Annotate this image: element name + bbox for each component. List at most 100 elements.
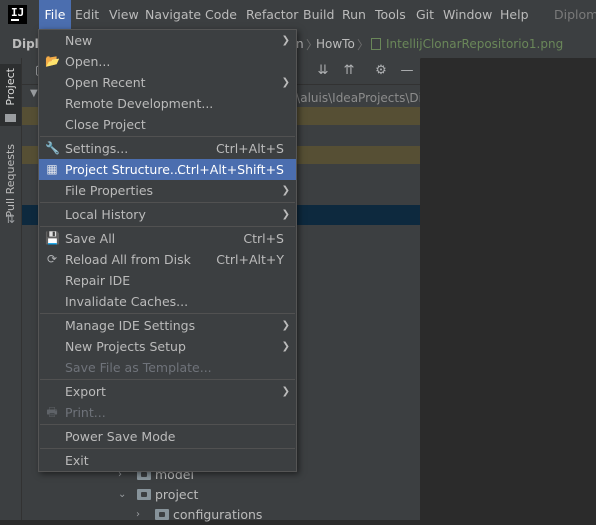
gear-icon[interactable]: ⚙ <box>374 64 388 78</box>
tab-pull-requests-label: Pull Requests <box>4 144 17 218</box>
tab-project[interactable]: Project <box>0 64 21 126</box>
tree-label: project <box>155 487 199 502</box>
menu-separator <box>40 202 295 203</box>
submenu-arrow-icon: ❯ <box>281 386 290 397</box>
wrench-icon: 🔧 <box>45 141 60 155</box>
menu-separator <box>40 313 295 314</box>
menu-view[interactable]: View <box>109 0 139 30</box>
menu-separator <box>40 226 295 227</box>
image-file-icon <box>371 38 381 50</box>
chevron-down-icon: ⌄ <box>118 489 127 500</box>
menu-window[interactable]: Window <box>443 0 492 30</box>
menu-item-shortcut: Ctrl+Alt+Shift+S <box>177 162 284 177</box>
menu-item-settings[interactable]: 🔧 Settings... Ctrl+Alt+S <box>39 138 296 159</box>
menu-separator <box>40 448 295 449</box>
menu-item-label: Save All <box>65 231 116 246</box>
menu-item-manage-ide-settings[interactable]: Manage IDE Settings ❯ <box>39 315 296 336</box>
menu-item-close-project[interactable]: Close Project <box>39 114 296 135</box>
reload-icon: ⟳ <box>46 252 58 266</box>
menu-refactor[interactable]: Refactor <box>246 0 298 30</box>
menu-code[interactable]: Code <box>205 0 237 30</box>
menu-item-invalidate-caches[interactable]: Invalidate Caches... <box>39 291 296 312</box>
submenu-arrow-icon: ❯ <box>281 35 290 46</box>
menu-item-local-history[interactable]: Local History ❯ <box>39 204 296 225</box>
menu-build[interactable]: Build <box>303 0 334 30</box>
menu-item-reload-all[interactable]: ⟳ Reload All from Disk Ctrl+Alt+Y <box>39 249 296 270</box>
submenu-arrow-icon: ❯ <box>281 77 290 88</box>
menu-separator <box>40 379 295 380</box>
menu-item-label: Open... <box>65 54 111 69</box>
hide-icon[interactable]: — <box>400 64 414 78</box>
tree-row[interactable]: ⌄ project <box>22 485 420 505</box>
menu-item-file-properties[interactable]: File Properties ❯ <box>39 180 296 201</box>
breadcrumb-item[interactable]: n <box>296 37 304 51</box>
menu-item-new[interactable]: New ❯ <box>39 30 296 51</box>
menu-item-save-all[interactable]: 💾 Save All Ctrl+S <box>39 228 296 249</box>
menu-item-power-save-mode[interactable]: Power Save Mode <box>39 426 296 447</box>
menu-item-label: Remote Development... <box>65 96 214 111</box>
menu-run[interactable]: Run <box>342 0 366 30</box>
menu-file[interactable]: File <box>39 0 71 30</box>
menu-help[interactable]: Help <box>500 0 529 30</box>
menu-item-label: File Properties <box>65 183 154 198</box>
submenu-arrow-icon: ❯ <box>281 341 290 352</box>
expand-all-icon[interactable]: ⇊ <box>316 64 330 78</box>
print-icon: 🖶 <box>46 405 58 419</box>
menu-separator <box>40 136 295 137</box>
tree-label: configurations <box>173 507 263 522</box>
intellij-logo-icon: IJ <box>8 5 27 24</box>
folder-icon <box>5 114 16 122</box>
submenu-arrow-icon: ❯ <box>281 320 290 331</box>
menu-item-export[interactable]: Export ❯ <box>39 381 296 402</box>
menu-item-label: Local History <box>65 207 146 222</box>
submenu-arrow-icon: ❯ <box>281 209 290 220</box>
menu-tools[interactable]: Tools <box>375 0 406 30</box>
left-tool-window-strip: Project Pull Requests ⇅ <box>0 58 22 520</box>
menu-item-open[interactable]: 📂 Open... <box>39 51 296 72</box>
chevron-right-icon: › <box>136 509 140 520</box>
menu-item-label: Invalidate Caches... <box>65 294 189 309</box>
menu-item-repair-ide[interactable]: Repair IDE <box>39 270 296 291</box>
menu-item-label: Exit <box>65 453 89 468</box>
tab-project-label: Project <box>4 68 17 106</box>
menu-item-label: Save File as Template... <box>65 360 212 375</box>
menu-separator <box>40 424 295 425</box>
folder-icon <box>137 489 151 500</box>
project-structure-icon: ▦ <box>46 162 58 176</box>
menu-item-label: Close Project <box>65 117 146 132</box>
menu-item-project-structure[interactable]: ▦ Project Structure... Ctrl+Alt+Shift+S <box>39 159 296 180</box>
folder-open-icon: 📂 <box>45 54 60 68</box>
menu-item-exit[interactable]: Exit <box>39 450 296 471</box>
tab-pull-requests[interactable]: Pull Requests ⇅ <box>0 140 21 260</box>
submenu-arrow-icon: ❯ <box>281 185 290 196</box>
pull-request-icon: ⇅ <box>5 212 16 226</box>
tree-row[interactable]: › configurations <box>22 505 420 525</box>
menu-item-label: New Projects Setup <box>65 339 186 354</box>
menu-item-save-file-as-template: Save File as Template... <box>39 357 296 378</box>
breadcrumb-item-howto[interactable]: HowTo <box>316 37 355 51</box>
menu-item-shortcut: Ctrl+Alt+Y <box>216 252 284 267</box>
menu-item-remote-development[interactable]: Remote Development... <box>39 93 296 114</box>
editor-area[interactable] <box>421 58 596 520</box>
menu-item-label: New <box>65 33 93 48</box>
menu-item-label: Repair IDE <box>65 273 131 288</box>
menu-item-label: Reload All from Disk <box>65 252 191 267</box>
menu-item-label: Print... <box>65 405 106 420</box>
menu-item-label: Manage IDE Settings <box>65 318 196 333</box>
menu-item-new-projects-setup[interactable]: New Projects Setup ❯ <box>39 336 296 357</box>
collapse-all-icon[interactable]: ⇈ <box>342 64 356 78</box>
menu-item-label: Settings... <box>65 141 129 156</box>
project-root-path: rs\aluis\IdeaProjects\Dip <box>285 91 420 105</box>
menu-navigate[interactable]: Navigate <box>145 0 201 30</box>
menu-item-label: Export <box>65 384 106 399</box>
menu-git[interactable]: Git <box>416 0 434 30</box>
breadcrumb-file[interactable]: IntellijClonarRepositorio1.png <box>386 37 563 51</box>
folder-icon <box>155 509 169 520</box>
menu-item-label: Power Save Mode <box>65 429 176 444</box>
chevron-down-icon[interactable]: ▼ <box>30 88 38 99</box>
menu-item-open-recent[interactable]: Open Recent ❯ <box>39 72 296 93</box>
menu-edit[interactable]: Edit <box>75 0 99 30</box>
main-menu-bar: IJ File Edit View Navigate Code Refactor… <box>0 0 596 30</box>
menu-item-label: Open Recent <box>65 75 146 90</box>
file-menu-dropdown: New ❯ 📂 Open... Open Recent ❯ Remote Dev… <box>38 29 297 472</box>
